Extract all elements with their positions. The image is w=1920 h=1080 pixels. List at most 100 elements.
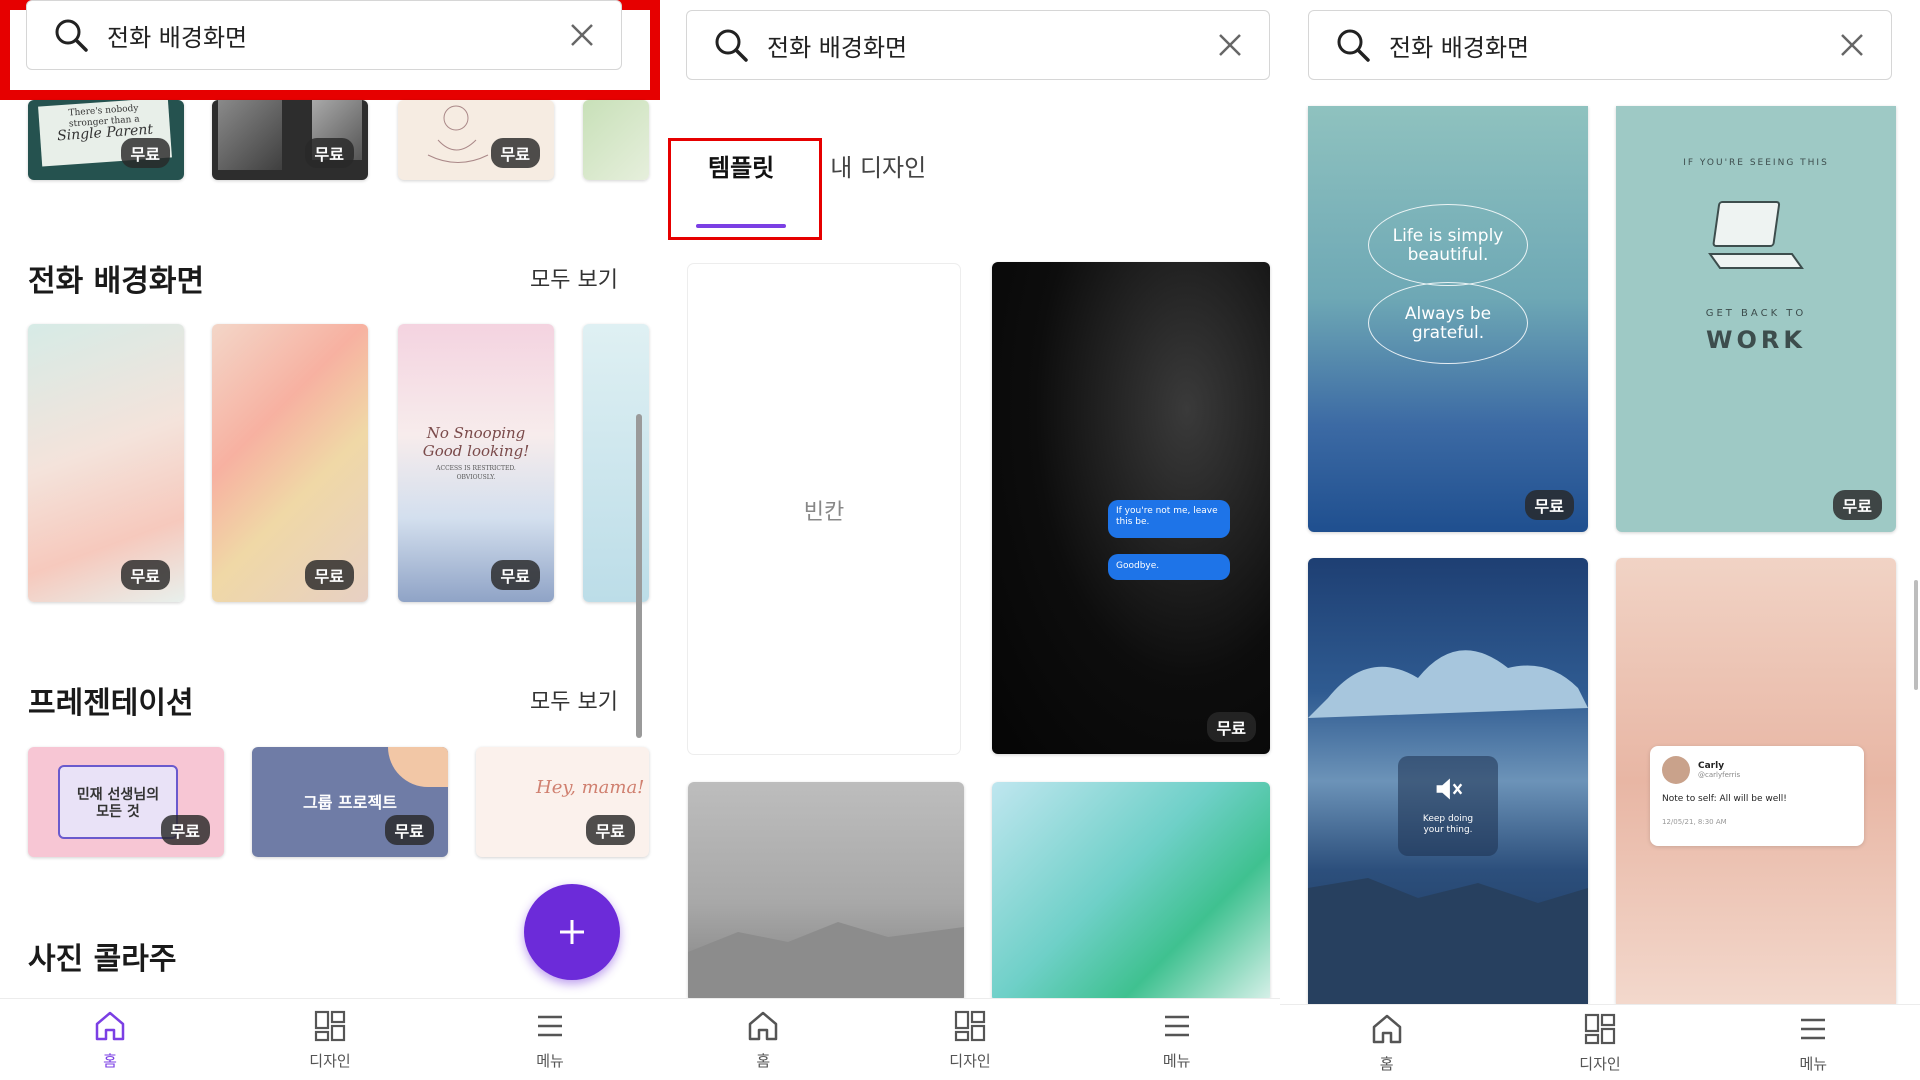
nav-label: 디자인 bbox=[949, 1052, 991, 1070]
free-badge: 무료 bbox=[160, 815, 210, 845]
template-card[interactable]: 무료 bbox=[398, 100, 554, 180]
card-text: WORK bbox=[1706, 326, 1806, 354]
nav-home[interactable]: 홈 bbox=[50, 1008, 170, 1071]
free-badge: 무료 bbox=[304, 138, 354, 168]
card-text: No Snooping bbox=[426, 424, 526, 442]
tweet-time: 12/05/21, 8:30 AM bbox=[1662, 818, 1727, 826]
screen-template-grid: 전화 배경화면 Life is simply beautiful. Always… bbox=[1280, 0, 1920, 1080]
scrollbar[interactable] bbox=[1914, 580, 1918, 690]
bottom-nav: 홈 디자인 메뉴 bbox=[660, 998, 1280, 1080]
template-card[interactable] bbox=[583, 100, 649, 180]
nav-home[interactable]: 홈 bbox=[1327, 1011, 1447, 1074]
template-card[interactable]: There's nobody stronger than a Single Pa… bbox=[28, 100, 184, 180]
nav-label: 메뉴 bbox=[1162, 1052, 1191, 1070]
see-all-link[interactable]: 모두 보기 bbox=[530, 262, 618, 294]
clear-icon[interactable] bbox=[1837, 30, 1867, 60]
nav-label: 홈 bbox=[103, 1052, 117, 1070]
menu-icon bbox=[538, 1015, 562, 1037]
mountain-drawing bbox=[688, 922, 964, 1002]
blank-template-card[interactable]: 빈칸 bbox=[688, 264, 960, 754]
nav-label: 메뉴 bbox=[1799, 1055, 1828, 1073]
card-text: 민재 선생님의 bbox=[76, 787, 160, 803]
menu-icon bbox=[1164, 1015, 1189, 1037]
clear-icon[interactable] bbox=[1215, 30, 1245, 60]
nav-menu[interactable]: 메뉴 bbox=[1117, 1008, 1237, 1071]
plus-icon bbox=[560, 920, 584, 944]
phone-wallpaper-card[interactable]: 무료 bbox=[212, 324, 368, 602]
nav-label: 홈 bbox=[1379, 1055, 1394, 1073]
search-bar[interactable]: 전화 배경화면 bbox=[1308, 10, 1892, 80]
free-badge: 무료 bbox=[304, 560, 354, 590]
card-text: GET BACK TO bbox=[1705, 308, 1807, 319]
nav-home[interactable]: 홈 bbox=[703, 1008, 823, 1071]
presentation-card[interactable]: Hey, mama! 무료 bbox=[476, 747, 649, 857]
phone-wallpaper-card[interactable]: 무료 bbox=[28, 324, 184, 602]
search-input[interactable]: 전화 배경화면 bbox=[1389, 28, 1837, 63]
grid-icon bbox=[1584, 1013, 1616, 1045]
tweet-message: Note to self: All will be well! bbox=[1662, 794, 1787, 804]
template-card[interactable]: If you're not me, leave this be. Goodbye… bbox=[992, 262, 1270, 754]
grid-icon bbox=[954, 1010, 986, 1042]
nav-design[interactable]: 디자인 bbox=[1540, 1011, 1660, 1074]
nav-menu[interactable]: 메뉴 bbox=[1753, 1011, 1873, 1074]
search-icon bbox=[715, 29, 748, 62]
template-card[interactable] bbox=[688, 782, 964, 1002]
screen-home: 전화 배경화면 There's nobody stronger than a S… bbox=[0, 0, 660, 1080]
clear-icon[interactable] bbox=[567, 20, 597, 50]
free-badge: 무료 bbox=[490, 560, 540, 590]
nav-design[interactable]: 디자인 bbox=[270, 1008, 390, 1071]
see-all-link[interactable]: 모두 보기 bbox=[530, 684, 618, 716]
free-badge: 무료 bbox=[120, 138, 170, 168]
free-badge: 무료 bbox=[384, 815, 434, 845]
presentation-card[interactable]: 그룹 프로젝트 무료 bbox=[252, 747, 448, 857]
phone-wallpaper-card[interactable]: No Snooping Good looking! ACCESS IS REST… bbox=[398, 324, 554, 602]
free-badge: 무료 bbox=[120, 560, 170, 590]
tweet-name: Carly bbox=[1698, 761, 1725, 771]
template-card[interactable]: 무료 bbox=[212, 100, 368, 180]
card-text: ACCESS IS RESTRICTED. bbox=[436, 465, 516, 472]
section-title: 사진 콜라주 bbox=[28, 942, 177, 977]
chat-bubble: Goodbye. bbox=[1108, 554, 1230, 580]
bottom-nav: 홈 디자인 메뉴 bbox=[0, 998, 660, 1080]
home-icon bbox=[749, 1011, 778, 1041]
tab-my-designs[interactable]: 내 디자인 bbox=[830, 148, 926, 208]
screen-search-results: 전화 배경화면 템플릿 내 디자인 빈칸 If you're not me, l… bbox=[660, 0, 1280, 1080]
template-card[interactable]: Life is simply beautiful. Always be grat… bbox=[1308, 106, 1588, 532]
menu-icon bbox=[1801, 1018, 1826, 1040]
nav-design[interactable]: 디자인 bbox=[910, 1008, 1030, 1071]
nav-menu[interactable]: 메뉴 bbox=[490, 1008, 610, 1071]
free-badge: 무료 bbox=[585, 815, 635, 845]
nav-label: 디자인 bbox=[309, 1052, 351, 1070]
card-text: Hey, mama! bbox=[536, 777, 645, 798]
card-text: Life is simply beautiful. bbox=[1368, 204, 1528, 286]
section-title: 전화 배경화면 bbox=[28, 264, 205, 299]
template-card[interactable]: Carly @carlyferris Note to self: All wil… bbox=[1616, 558, 1896, 1004]
avatar bbox=[1662, 756, 1690, 784]
card-text: IF YOU'RE SEEING THIS bbox=[1683, 158, 1829, 168]
chat-bubble: If you're not me, leave this be. bbox=[1108, 500, 1230, 538]
card-text: 모든 것 bbox=[96, 804, 140, 820]
search-input[interactable]: 전화 배경화면 bbox=[767, 28, 1215, 63]
search-input[interactable]: 전화 배경화면 bbox=[107, 18, 567, 53]
create-button[interactable] bbox=[524, 884, 620, 980]
search-bar[interactable]: 전화 배경화면 bbox=[26, 0, 622, 70]
tweet-card: Carly @carlyferris Note to self: All wil… bbox=[1650, 746, 1864, 846]
card-text: 그룹 프로젝트 bbox=[303, 793, 397, 812]
free-badge: 무료 bbox=[1524, 490, 1574, 520]
grid-icon bbox=[314, 1010, 346, 1042]
home-icon bbox=[95, 1011, 125, 1041]
nav-label: 홈 bbox=[756, 1052, 771, 1070]
template-card[interactable] bbox=[992, 782, 1270, 1002]
nav-label: 메뉴 bbox=[536, 1052, 564, 1070]
template-card[interactable]: Keep doing your thing. bbox=[1308, 558, 1588, 1004]
highlight-box bbox=[668, 138, 822, 240]
mute-widget: Keep doing your thing. bbox=[1398, 756, 1498, 856]
template-card[interactable]: IF YOU'RE SEEING THIS GET BACK TO WORK 무… bbox=[1616, 106, 1896, 532]
nav-label: 디자인 bbox=[1579, 1055, 1621, 1073]
card-text: OBVIOUSLY. bbox=[456, 474, 496, 481]
presentation-card[interactable]: 민재 선생님의 모든 것 무료 bbox=[28, 747, 224, 857]
card-text: Good looking! bbox=[422, 442, 530, 460]
laptop-icon bbox=[1708, 201, 1804, 269]
scrollbar[interactable] bbox=[636, 414, 642, 738]
search-bar[interactable]: 전화 배경화면 bbox=[686, 10, 1270, 80]
